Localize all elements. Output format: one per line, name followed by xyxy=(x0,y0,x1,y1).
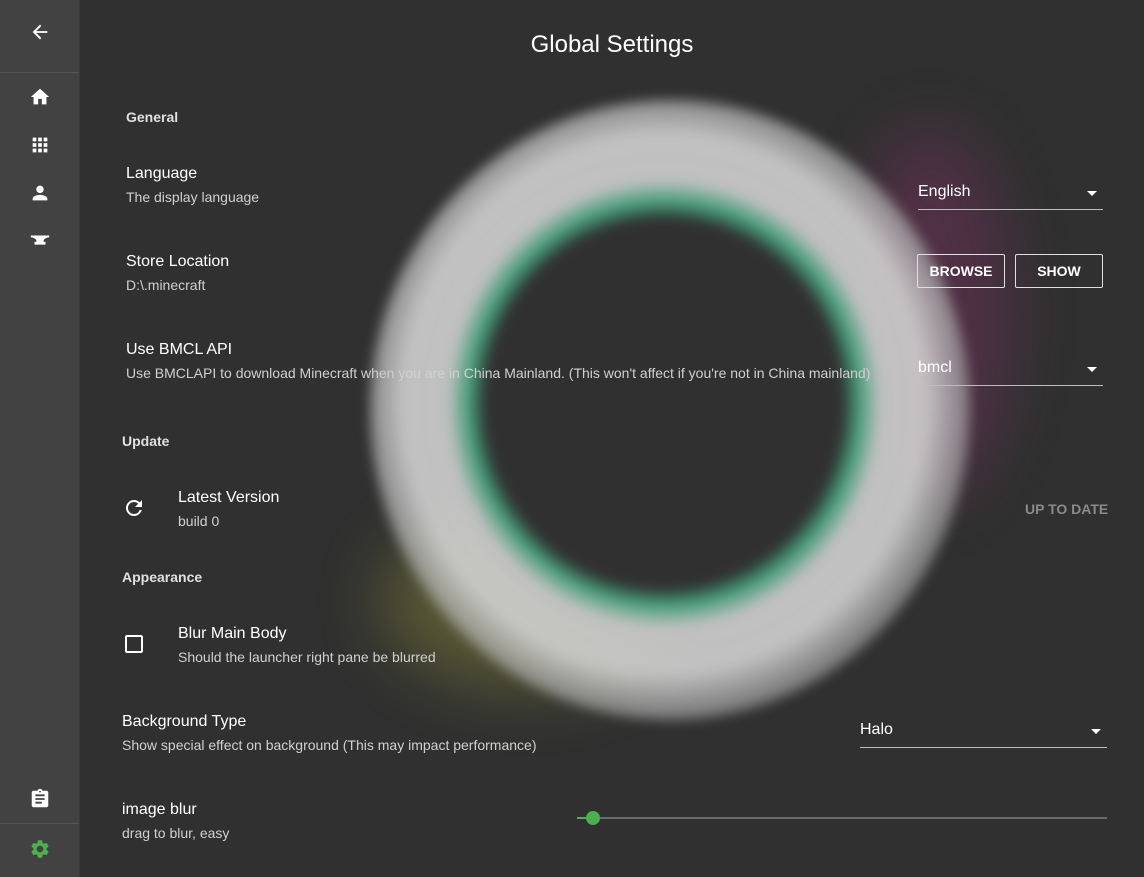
section-appearance-header: Appearance xyxy=(122,569,203,585)
background-type-value: Halo xyxy=(860,721,893,738)
sidebar-item-anvil[interactable] xyxy=(0,217,79,265)
sidebar-item-home[interactable] xyxy=(0,73,79,121)
bmcl-select[interactable]: bmcl xyxy=(918,357,1103,386)
background-type-select[interactable]: Halo xyxy=(860,719,1107,748)
image-blur-label: image blur xyxy=(122,801,197,818)
checkbox-unchecked-icon xyxy=(125,635,143,653)
apps-grid-icon xyxy=(32,137,47,153)
up-to-date-button: UP TO DATE xyxy=(1025,501,1109,517)
halo-background xyxy=(370,100,970,720)
section-general-header: General xyxy=(126,109,179,125)
blur-checkbox[interactable] xyxy=(122,632,146,661)
store-location-path: D:\.minecraft xyxy=(126,277,206,293)
latest-version-label: Latest Version xyxy=(178,489,280,506)
home-icon xyxy=(30,88,49,105)
anvil-icon xyxy=(30,235,49,245)
sidebar-item-logs[interactable] xyxy=(0,775,79,823)
language-value: English xyxy=(918,183,971,200)
blur-main-body-label: Blur Main Body xyxy=(178,625,287,642)
store-location-label: Store Location xyxy=(126,253,230,270)
sidebar-item-apps[interactable] xyxy=(0,121,79,169)
background-type-label: Background Type xyxy=(122,713,247,730)
caret-down-icon xyxy=(1087,191,1097,196)
back-button[interactable] xyxy=(0,8,79,56)
sidebar-item-user[interactable] xyxy=(0,169,79,217)
page-title: Global Settings xyxy=(530,31,694,58)
sidebar-divider xyxy=(0,823,79,824)
browse-button[interactable]: BROWSE xyxy=(917,254,1005,288)
refresh-icon[interactable] xyxy=(122,496,146,525)
bmcl-api-label: Use BMCL API xyxy=(126,341,233,358)
sidebar-item-settings[interactable] xyxy=(0,825,79,873)
bmcl-api-description: Use BMCLAPI to download Minecraft when y… xyxy=(126,365,871,381)
image-blur-description: drag to blur, easy xyxy=(122,825,230,841)
blur-main-body-description: Should the launcher right pane be blurre… xyxy=(178,649,436,665)
sidebar xyxy=(0,0,80,877)
caret-down-icon xyxy=(1087,367,1097,372)
language-select[interactable]: English xyxy=(918,181,1103,210)
bmcl-value: bmcl xyxy=(918,359,952,376)
slider-thumb[interactable] xyxy=(585,811,600,825)
language-label: Language xyxy=(126,165,198,182)
caret-down-icon xyxy=(1091,729,1101,734)
background-type-description: Show special effect on background (This … xyxy=(122,737,537,753)
language-description: The display language xyxy=(126,189,260,205)
person-icon xyxy=(32,185,47,201)
gear-icon xyxy=(30,840,49,858)
image-blur-slider[interactable] xyxy=(577,811,1107,825)
section-update-header: Update xyxy=(122,433,170,449)
arrow-back-icon xyxy=(32,24,47,40)
build-number: build 0 xyxy=(178,513,220,529)
show-button[interactable]: SHOW xyxy=(1015,254,1103,288)
clipboard-icon xyxy=(31,788,48,808)
